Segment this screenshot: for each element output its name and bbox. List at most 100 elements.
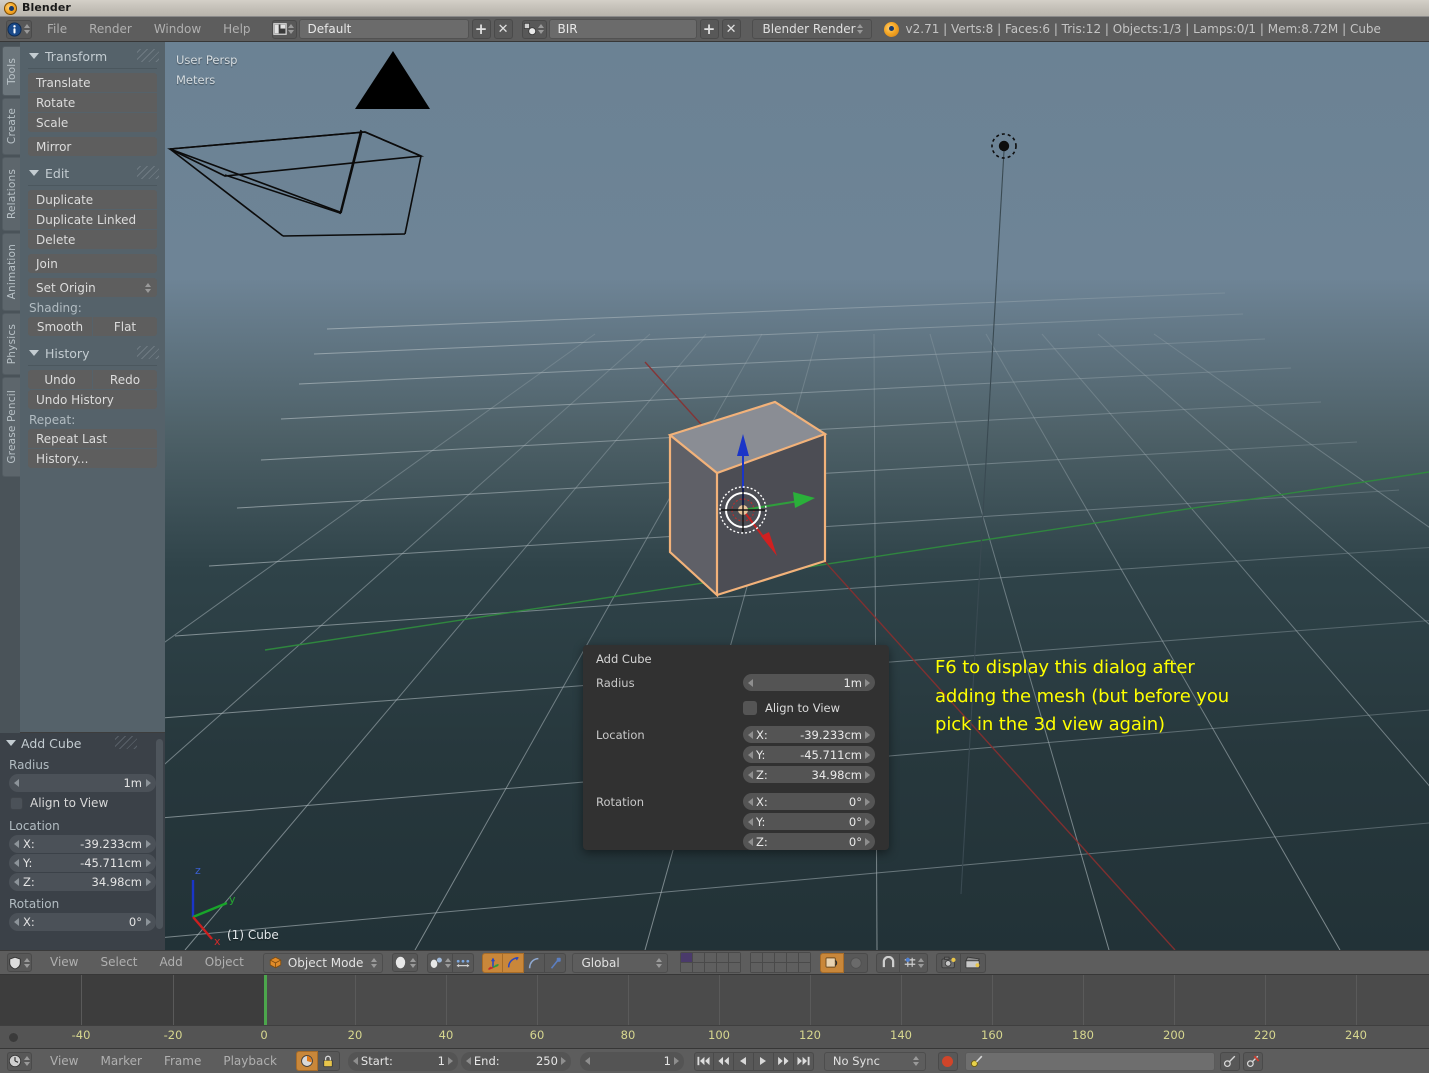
decrement-arrow-icon[interactable]	[748, 837, 753, 846]
increment-arrow-icon[interactable]	[865, 678, 870, 687]
rotate-manipulator-button[interactable]	[503, 952, 525, 973]
timeline-menu-view[interactable]: View	[39, 1052, 89, 1071]
screen-layout-browse-button[interactable]	[271, 19, 297, 39]
increment-arrow-icon[interactable]	[146, 878, 151, 886]
layer-cell[interactable]	[729, 953, 741, 962]
snap-magnet-button[interactable]	[876, 952, 901, 973]
decrement-arrow-icon[interactable]	[584, 1057, 590, 1065]
snap-spinner[interactable]	[917, 954, 924, 971]
layer-cell[interactable]	[705, 953, 717, 962]
operator-location-y-field[interactable]: Y: -45.711cm	[9, 854, 156, 872]
end-frame-field[interactable]: End: 250	[460, 1051, 571, 1071]
sync-mode-select[interactable]: No Sync	[823, 1051, 926, 1071]
increment-arrow-icon[interactable]	[146, 779, 151, 787]
tool-translate-button[interactable]: Translate	[28, 73, 157, 92]
timeline-playhead[interactable]	[264, 975, 267, 1025]
popup-align-to-view-checkbox[interactable]	[743, 700, 757, 715]
popup-location-x-field[interactable]: X: -39.233cm	[743, 726, 875, 743]
layer-cell[interactable]	[681, 963, 693, 972]
interaction-mode-select[interactable]: Object Mode	[262, 952, 384, 973]
manipulator-toggle-button[interactable]	[453, 952, 475, 973]
layer-cell[interactable]	[751, 953, 763, 962]
screen-layout-field[interactable]: Default	[298, 19, 469, 39]
camera-object[interactable]	[167, 129, 425, 237]
scene-browse-button[interactable]	[521, 19, 547, 39]
layer-cell[interactable]	[717, 963, 729, 972]
tool-undo-history-button[interactable]: Undo History	[28, 390, 157, 409]
tool-rotate-button[interactable]: Rotate	[28, 93, 157, 112]
add-cube-popup-dialog[interactable]: Add Cube Radius 1m Align to View Locatio…	[583, 645, 889, 850]
decrement-arrow-icon[interactable]	[748, 817, 753, 826]
menu-file[interactable]: File	[36, 20, 78, 39]
scene-layers-group-2[interactable]	[750, 952, 812, 973]
layer-cell[interactable]	[787, 953, 799, 962]
decrement-arrow-icon[interactable]	[748, 797, 753, 806]
view3d-menu-select[interactable]: Select	[89, 953, 148, 972]
timeline-track[interactable]	[0, 975, 1429, 1025]
increment-arrow-icon[interactable]	[865, 730, 870, 739]
decrement-arrow-icon[interactable]	[748, 750, 753, 759]
popup-rotation-y-field[interactable]: Y: 0°	[743, 813, 875, 830]
editor-type-spinner[interactable]	[22, 954, 31, 971]
jump-to-next-keyframe-button[interactable]	[773, 1051, 794, 1071]
viewport-shading-button[interactable]	[392, 953, 419, 972]
tool-repeat-history-button[interactable]: History...	[28, 449, 157, 468]
increment-arrow-icon[interactable]	[146, 918, 151, 926]
layer-cell[interactable]	[705, 963, 717, 972]
editor-type-spinner[interactable]	[22, 1053, 31, 1070]
decrement-arrow-icon[interactable]	[748, 770, 753, 779]
sidebar-tab-physics[interactable]: Physics	[2, 313, 20, 375]
jump-to-end-button[interactable]	[793, 1051, 814, 1071]
view3d-menu-view[interactable]: View	[39, 953, 89, 972]
tool-repeat-last-button[interactable]: Repeat Last	[28, 429, 157, 448]
layer-cell[interactable]	[775, 953, 787, 962]
tool-redo-button[interactable]: Redo	[93, 370, 157, 389]
increment-arrow-icon[interactable]	[865, 770, 870, 779]
scene-field[interactable]: BIR	[548, 19, 697, 39]
sidebar-tab-relations[interactable]: Relations	[2, 157, 20, 231]
popup-rotation-x-field[interactable]: X: 0°	[743, 793, 875, 810]
timeline-editor[interactable]: -40 -20 0 20 40 60 80 100 120 140 160 18…	[0, 975, 1429, 1048]
snap-element-button[interactable]	[900, 952, 929, 973]
operator-panel-scrollbar[interactable]	[156, 739, 163, 929]
layer-cell[interactable]	[693, 953, 705, 962]
layer-cell[interactable]	[763, 963, 775, 972]
tool-join-button[interactable]: Join	[28, 254, 157, 273]
render-preview-button[interactable]	[844, 952, 869, 973]
increment-arrow-icon[interactable]	[447, 1057, 453, 1065]
decrement-arrow-icon[interactable]	[748, 678, 753, 687]
increment-arrow-icon[interactable]	[865, 837, 870, 846]
timeline-editor-type-button[interactable]	[7, 1051, 32, 1071]
decrement-arrow-icon[interactable]	[465, 1057, 471, 1065]
delete-keyframe-button[interactable]	[1242, 1051, 1263, 1071]
tool-delete-button[interactable]: Delete	[28, 230, 157, 249]
screen-layout-spinner[interactable]	[287, 21, 296, 38]
scene-layers-group-1[interactable]	[680, 952, 742, 973]
increment-arrow-icon[interactable]	[673, 1057, 679, 1065]
lock-to-scene-button[interactable]	[820, 952, 845, 973]
operator-location-x-field[interactable]: X: -39.233cm	[9, 835, 156, 853]
current-frame-field[interactable]: 1	[579, 1051, 684, 1071]
layer-cell[interactable]	[799, 963, 811, 972]
tool-set-origin-dropdown[interactable]: Set Origin	[28, 278, 157, 297]
popup-rotation-z-field[interactable]: Z: 0°	[743, 833, 875, 850]
scale-manipulator-button[interactable]	[524, 952, 546, 973]
lock-time-button[interactable]	[317, 1051, 340, 1071]
insert-keyframe-button[interactable]	[1219, 1051, 1240, 1071]
operator-location-z-field[interactable]: Z: 34.98cm	[9, 873, 156, 891]
transform-orientation-select[interactable]: Global	[572, 952, 669, 973]
popup-align-to-view-row[interactable]: Align to View	[583, 698, 889, 717]
layer-cell[interactable]	[729, 963, 741, 972]
layer-cell[interactable]	[751, 963, 763, 972]
3d-viewport[interactable]: z y x User Persp Meters (1) Cube F6 to d…	[165, 42, 1429, 950]
sidebar-tab-create[interactable]: Create	[2, 98, 20, 155]
menu-window[interactable]: Window	[143, 20, 212, 39]
manipulator-axis-button[interactable]	[545, 952, 567, 973]
tool-scale-button[interactable]: Scale	[28, 113, 157, 132]
play-reverse-button[interactable]	[733, 1051, 754, 1071]
increment-arrow-icon[interactable]	[865, 797, 870, 806]
increment-arrow-icon[interactable]	[865, 817, 870, 826]
scene-spinner[interactable]	[537, 21, 546, 38]
sidebar-tab-animation[interactable]: Animation	[2, 233, 20, 311]
timeline-menu-marker[interactable]: Marker	[89, 1052, 152, 1071]
